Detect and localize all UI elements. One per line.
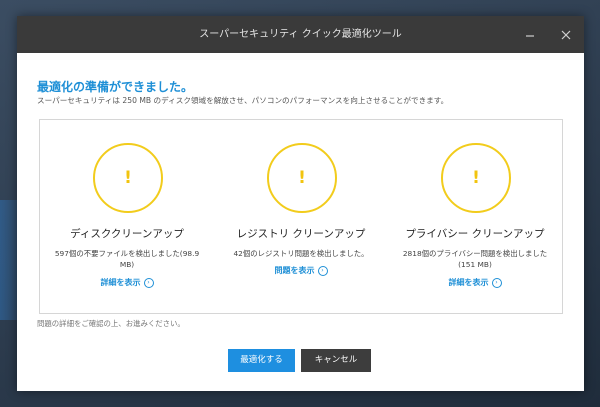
link-label: 詳細を表示 [100,278,141,287]
optimize-button[interactable]: 最適化する [228,349,295,372]
card-title: ディスククリーンアップ [70,228,184,240]
disk-cleanup-card: ! ディスククリーンアップ 597個の不要ファイルを検出しました(98.9 MB… [40,120,214,313]
minimize-icon [526,34,534,37]
exclamation-icon: ! [298,167,306,188]
privacy-cleanup-card: ! プライバシー クリーンアップ 2818個のプライバシー問題を検出しました(1… [388,120,562,313]
title-bar[interactable]: スーパーセキュリティ クイック最適化ツール [17,16,584,53]
cancel-button[interactable]: キャンセル [301,349,371,372]
optimizer-dialog: スーパーセキュリティ クイック最適化ツール 最適化の準備ができました。 スーパー… [17,16,584,391]
show-details-link[interactable]: 詳細を表示 › [40,277,214,288]
window-title: スーパーセキュリティ クイック最適化ツール [199,29,402,40]
minimize-button[interactable] [513,16,547,53]
alert-icon: ! [93,143,163,213]
card-description: 42個のレジストリ問題を検出しました。 [233,249,369,258]
ready-heading: 最適化の準備ができました。 [37,80,194,94]
link-label: 詳細を表示 [448,278,489,287]
alert-icon: ! [267,143,337,213]
show-issues-link[interactable]: 問題を表示 › [214,265,388,276]
registry-cleanup-card: ! レジストリ クリーンアップ 42個のレジストリ問題を検出しました。 問題を表… [214,120,388,313]
card-title: レジストリ クリーンアップ [236,228,366,240]
link-label: 問題を表示 [274,266,315,275]
chevron-right-icon: › [143,277,154,288]
chevron-right-icon: › [491,277,502,288]
card-description: 597個の不要ファイルを検出しました(98.9 MB) [54,249,200,269]
close-icon [561,30,571,39]
close-button[interactable] [549,16,583,53]
exclamation-icon: ! [472,167,480,188]
alert-icon: ! [441,143,511,213]
results-panel: ! ディスククリーンアップ 597個の不要ファイルを検出しました(98.9 MB… [39,119,563,314]
card-description: 2818個のプライバシー問題を検出しました(151 MB) [402,249,548,269]
card-title: プライバシー クリーンアップ [405,228,545,240]
chevron-right-icon: › [317,265,328,276]
exclamation-icon: ! [124,167,132,188]
show-details-link[interactable]: 詳細を表示 › [388,277,562,288]
footnote: 問題の詳細をご確認の上、お進みください。 [37,319,185,328]
summary-text: スーパーセキュリティは 250 MB のディスク領域を解放させ、パソコンのパフォ… [37,96,449,105]
